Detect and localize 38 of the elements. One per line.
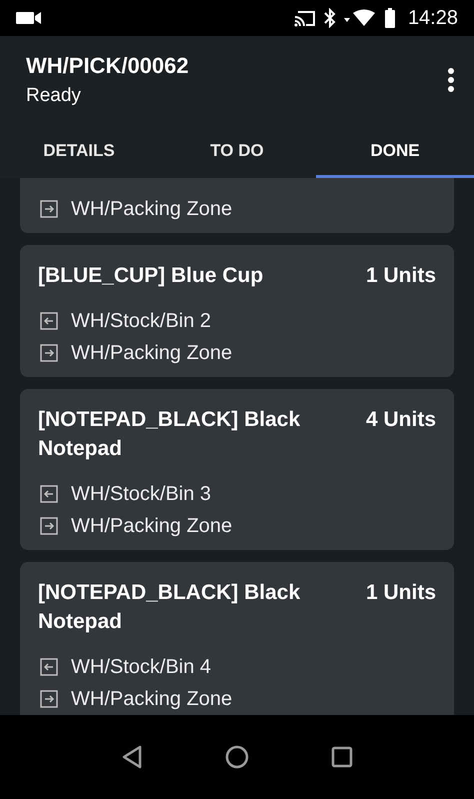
arrow-left-box-icon [40, 485, 58, 503]
tab[interactable]: TO DO [158, 126, 316, 178]
destination-location: WH/Packing Zone [71, 341, 232, 366]
quantity: 1 Units [366, 263, 436, 289]
destination-location: WH/Packing Zone [71, 197, 232, 222]
battery-icon [384, 8, 396, 28]
arrow-left-box-icon [40, 658, 58, 676]
arrow-left-box-icon [40, 312, 58, 330]
product-name: [BLUE_CUP] Blue Cup [38, 263, 264, 289]
arrow-right-box-icon [40, 690, 58, 708]
clock: 14:28 [408, 6, 458, 31]
tab[interactable]: DETAILS [0, 126, 158, 178]
recents-icon[interactable] [331, 746, 353, 768]
move-card[interactable]: [BLUE_CUP] Blue Cup 1 Units WH/Stock/Bin 2 WH/Packing Zone [20, 245, 454, 377]
arrow-right-box-icon [40, 344, 58, 362]
picking-title: WH/PICK/00062 [26, 52, 189, 80]
source-location: WH/Stock/Bin 2 [71, 309, 212, 334]
arrow-right-box-icon [40, 200, 58, 218]
move-card[interactable]: [NOTEPAD_BLACK] Black Notepad 4 Units WH/Stock/Bin 3 WH/Packing Zone [20, 389, 454, 550]
destination-location: WH/Packing Zone [71, 514, 232, 539]
source-location: WH/Stock/Bin 4 [71, 655, 212, 680]
status-text: Ready [26, 84, 82, 108]
home-icon[interactable] [225, 745, 249, 769]
product-name: [NOTEPAD_BLACK] Black Notepad [38, 580, 302, 635]
back-icon[interactable] [121, 745, 143, 769]
product-name: [NOTEPAD_BLACK] Black Notepad [38, 407, 302, 462]
quantity: 1 Units [366, 580, 436, 606]
wifi-icon [344, 9, 376, 27]
arrow-right-box-icon [40, 517, 58, 535]
kebab-menu-icon [448, 68, 454, 92]
source-location: WH/Stock/Bin 3 [71, 482, 212, 507]
move-card[interactable]: WH/Packing Zone [20, 178, 454, 233]
destination-location: WH/Packing Zone [71, 687, 232, 712]
quantity: 4 Units [366, 407, 436, 433]
move-card[interactable]: [NOTEPAD_BLACK] Black Notepad 1 Units WH/Stock/Bin 4 WH/Packing Zone [20, 562, 454, 715]
bluetooth-icon [324, 8, 336, 28]
cast-icon [294, 9, 316, 27]
video-camera-icon [16, 11, 42, 25]
